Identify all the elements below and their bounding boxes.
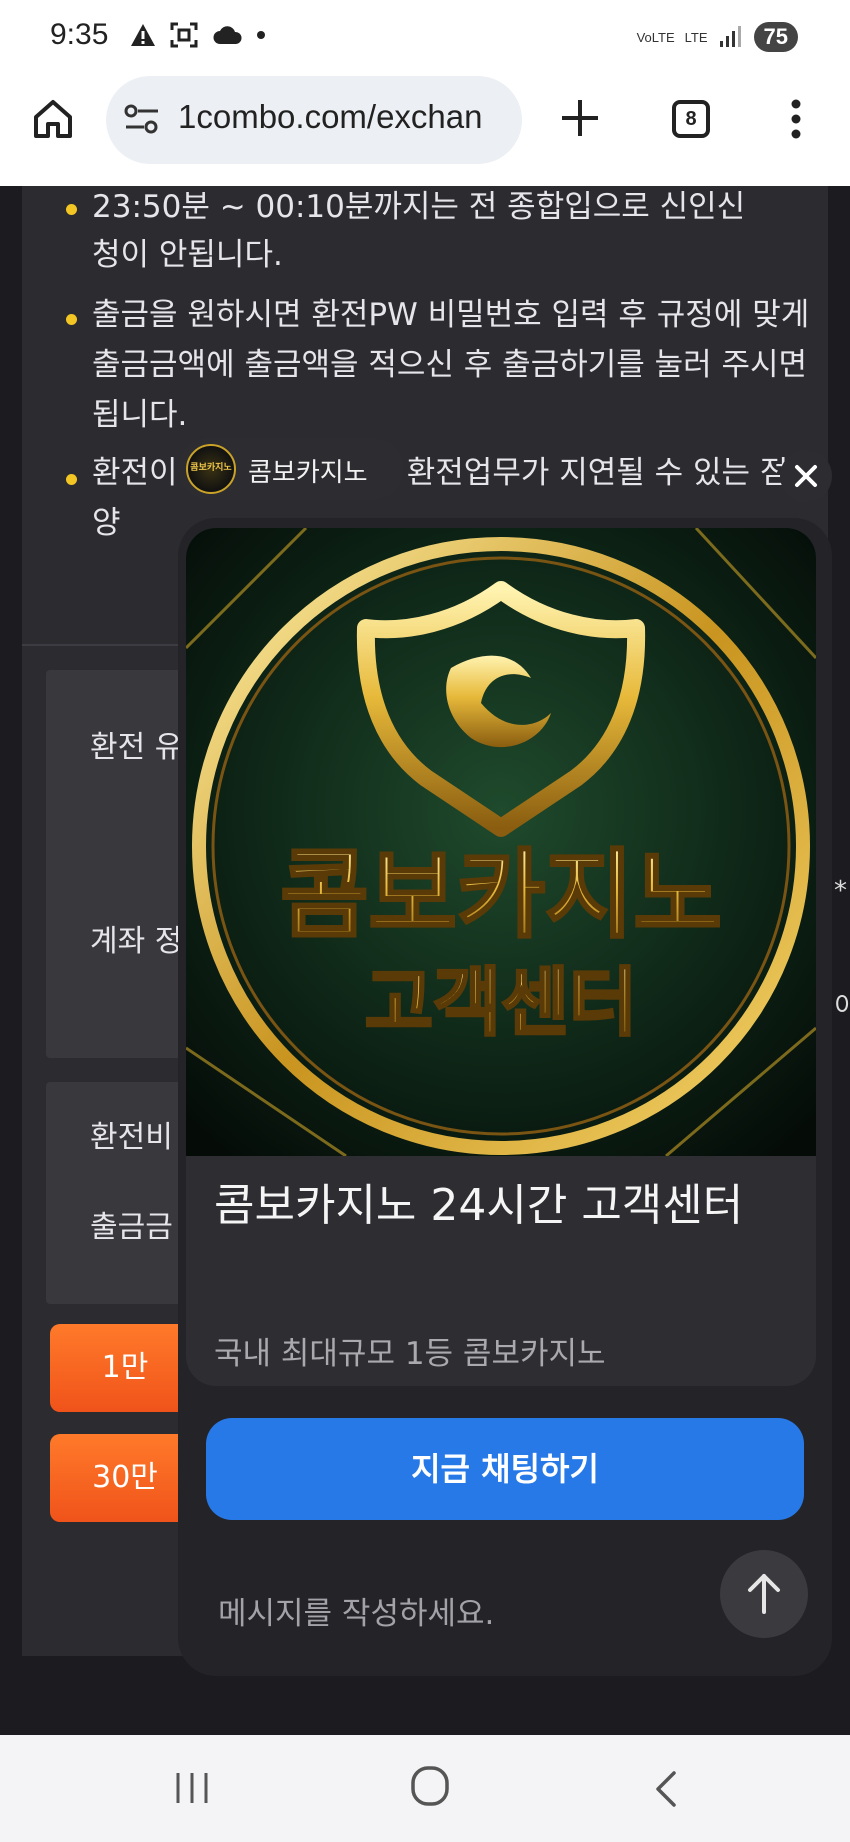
box-label: 환전비 [90, 1120, 173, 1155]
tabs-icon[interactable]: 8 [672, 100, 710, 138]
back-icon[interactable] [652, 1769, 680, 1809]
bullet-icon [66, 474, 77, 485]
card-title: 콤보카지노 24시간 고객센터 [214, 1180, 744, 1231]
screenshot-icon [170, 22, 198, 48]
home-icon[interactable] [32, 98, 74, 140]
bullet-icon [66, 204, 77, 215]
close-icon[interactable] [780, 450, 832, 502]
notice-line: 출금을 원하시면 환전PW 비밀번호 입력 후 규정에 맞게 출금금액에 출금액… [92, 297, 810, 433]
volte-indicator: VoLTE [636, 29, 675, 45]
close-button[interactable] [780, 450, 832, 502]
svg-text:고객센터: 고객센터 [365, 960, 637, 1046]
arrow-up-icon[interactable] [720, 1550, 808, 1638]
address-bar[interactable]: 1combo.com/exchan [106, 76, 522, 164]
promo-image: 콤보카지노 고객센터 [186, 528, 816, 1156]
status-bar: 9:35 VoLTE LTE 75 [0, 0, 850, 76]
box-label: 계좌 정 [90, 924, 183, 959]
dot-icon [257, 31, 265, 39]
clock: 9:35 [50, 18, 109, 51]
signal-icon [719, 26, 741, 47]
box-label: 출금금 [90, 1210, 173, 1245]
box-label: 환전 유 [90, 730, 183, 765]
menu-icon[interactable] [790, 98, 802, 140]
brand-name: 콤보카지노 [248, 458, 368, 488]
shield-logo-icon: 콤보카지노 [186, 444, 236, 494]
svg-text:콤보카지노: 콤보카지노 [280, 839, 722, 951]
home-circle-icon[interactable] [410, 1765, 450, 1807]
send-button[interactable] [720, 1550, 808, 1638]
plus-icon[interactable] [560, 98, 600, 138]
brand-chip: 콤보카지노 콤보카지노 [178, 438, 404, 500]
cloud-icon [213, 26, 242, 44]
lte-indicator: LTE [684, 29, 708, 45]
message-input[interactable]: 메시지를 작성하세요. [218, 1588, 494, 1633]
edge-text: * [834, 876, 847, 906]
notice-line: 청이 안됩니다. [92, 237, 283, 273]
browser-toolbar: 1combo.com/exchan 8 [0, 76, 850, 186]
warning-icon [131, 24, 155, 46]
notice-line: 23:50분 ~ 00:10분까지는 전 종합입으로 신인신 [92, 189, 746, 225]
chat-widget: 콤보카지노 고객센터 콤보카지노 24시간 고객센터 국내 최대규모 1등 콤보… [178, 518, 832, 1676]
system-nav-bar [0, 1735, 850, 1842]
tune-icon[interactable] [124, 104, 160, 134]
start-chat-button[interactable]: 지금 채팅하기 [206, 1418, 804, 1520]
url-text[interactable]: 1combo.com/exchan [178, 98, 514, 136]
promo-card: 콤보카지노 고객센터 콤보카지노 24시간 고객센터 국내 최대규모 1등 콤보… [186, 528, 816, 1386]
card-subtitle: 국내 최대규모 1등 콤보카지노 [214, 1336, 606, 1372]
bullet-icon [66, 314, 77, 325]
edge-text: 이 [834, 992, 850, 1022]
recents-icon[interactable] [174, 1771, 210, 1805]
battery-level: 75 [753, 22, 798, 52]
